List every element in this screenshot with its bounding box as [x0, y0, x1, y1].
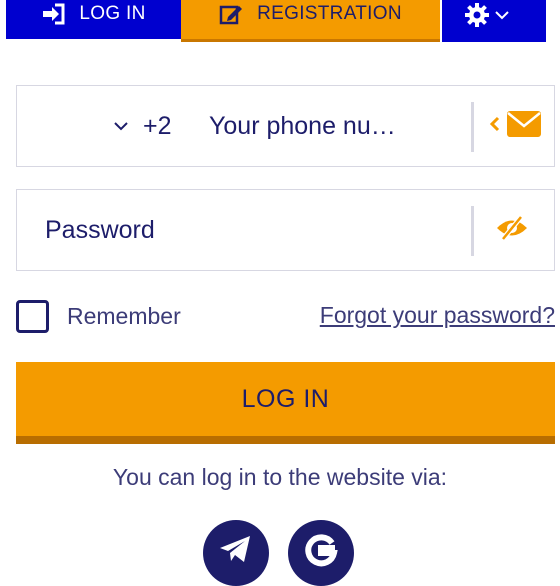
phone-field: +2 [16, 85, 555, 167]
tab-registration[interactable]: REGISTRATION [181, 0, 440, 42]
remember-label: Remember [67, 303, 181, 329]
envelope-icon [507, 110, 541, 142]
divider [471, 206, 474, 256]
phone-input[interactable] [207, 86, 437, 166]
toggle-password-visibility[interactable] [495, 190, 529, 270]
auth-tabs: LOG IN REGISTRATION [0, 0, 560, 42]
social-login-buttons [0, 520, 560, 586]
tab-settings[interactable] [442, 0, 546, 42]
country-code-value: +2 [143, 111, 172, 140]
chevron-left-icon [489, 115, 501, 138]
sign-in-icon [41, 3, 65, 25]
google-login-button[interactable] [288, 520, 354, 586]
password-field [16, 189, 555, 271]
divider [471, 102, 474, 152]
tab-registration-label: REGISTRATION [257, 2, 402, 24]
telegram-icon [218, 534, 254, 569]
remember-checkbox[interactable]: Remember [16, 300, 181, 333]
google-icon [304, 534, 338, 573]
forgot-password-link[interactable]: Forgot your password? [320, 302, 555, 329]
country-code-select[interactable]: +2 [113, 86, 172, 166]
social-login-prompt: You can log in to the website via: [112, 464, 448, 490]
gear-icon [464, 2, 490, 28]
telegram-login-button[interactable] [203, 520, 269, 586]
tab-login[interactable]: LOG IN [6, 0, 181, 42]
tab-login-label: LOG IN [79, 2, 146, 24]
password-input[interactable] [43, 190, 453, 270]
checkbox-box[interactable] [16, 300, 49, 333]
eye-slash-icon [495, 214, 529, 246]
login-submit-button[interactable]: LOG IN [16, 362, 555, 444]
edit-icon [219, 3, 243, 25]
switch-to-email-button[interactable] [489, 86, 541, 166]
chevron-down-icon [113, 120, 129, 132]
chevron-down-icon [494, 9, 510, 21]
